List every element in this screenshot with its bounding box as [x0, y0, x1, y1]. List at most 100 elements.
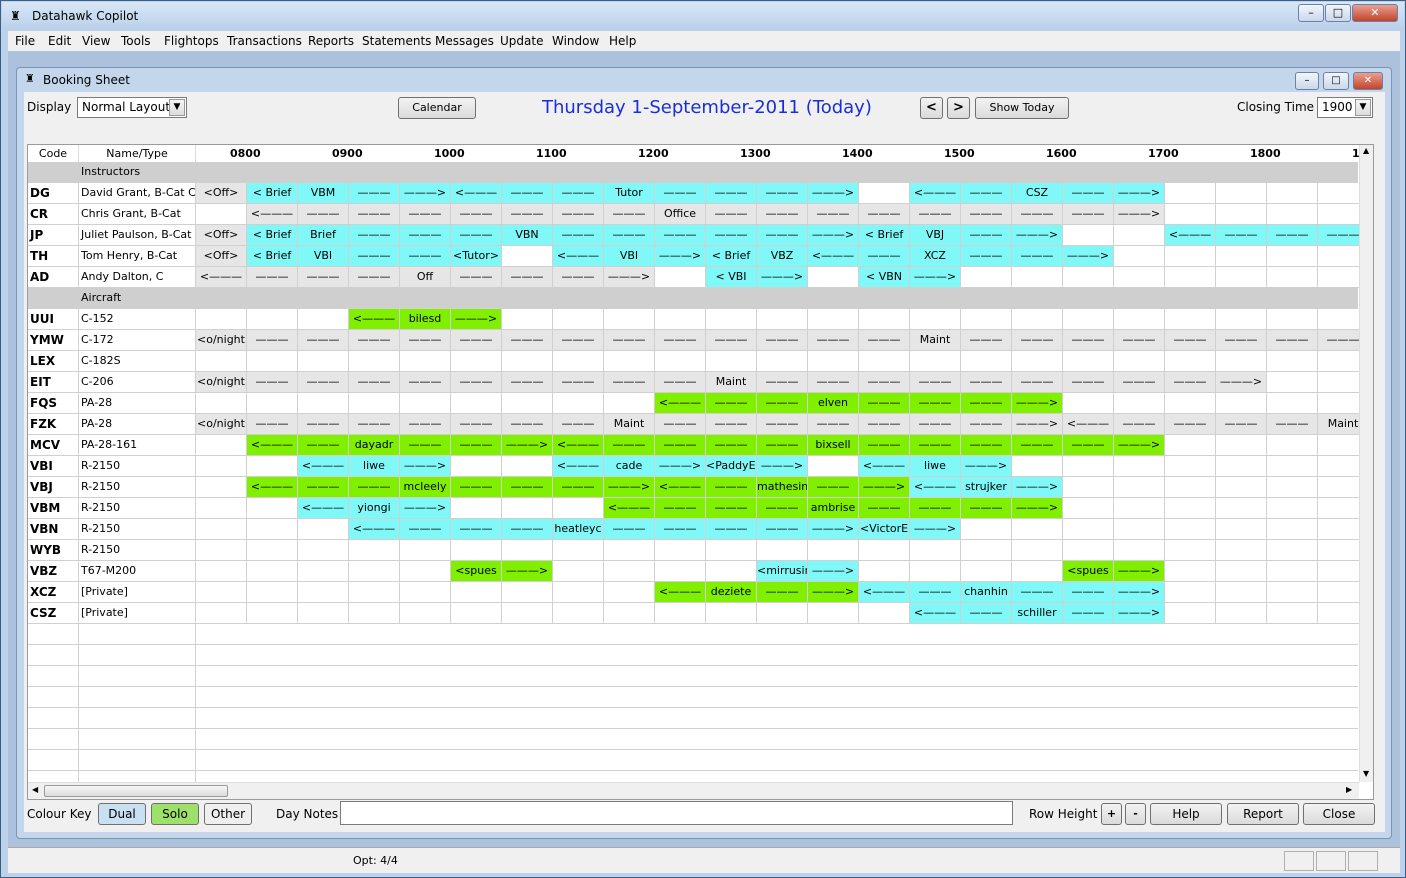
booking-cell[interactable]: ———	[247, 330, 298, 351]
vertical-scrollbar[interactable]: ▲ ▼	[1359, 145, 1373, 782]
booking-cell[interactable]	[1216, 309, 1267, 330]
booking-cell[interactable]: ———	[961, 330, 1012, 351]
booking-cell[interactable]: < Brief	[247, 183, 298, 204]
booking-cell[interactable]: ———	[1165, 414, 1216, 435]
booking-cell[interactable]	[961, 540, 1012, 561]
booking-cell[interactable]	[247, 582, 298, 603]
booking-cell[interactable]	[196, 435, 247, 456]
booking-cell[interactable]: ———	[859, 246, 910, 267]
booking-cell[interactable]	[1012, 456, 1063, 477]
booking-cell[interactable]: ———	[502, 519, 553, 540]
booking-cell[interactable]	[1165, 498, 1216, 519]
booking-cell[interactable]	[349, 540, 400, 561]
booking-cell[interactable]	[1216, 435, 1267, 456]
booking-cell[interactable]	[1165, 519, 1216, 540]
booking-cell[interactable]	[298, 393, 349, 414]
booking-cell[interactable]	[1267, 204, 1318, 225]
booking-cell[interactable]: ———	[859, 330, 910, 351]
booking-cell[interactable]: ———	[757, 582, 808, 603]
booking-cell[interactable]: ———	[451, 225, 502, 246]
booking-cell[interactable]: <———	[247, 477, 298, 498]
booking-cell[interactable]: ———	[247, 414, 298, 435]
booking-cell[interactable]: ———	[349, 414, 400, 435]
booking-cell[interactable]	[1063, 540, 1114, 561]
horizontal-scrollbar[interactable]: ◀ ▶	[28, 782, 1359, 799]
booking-cell[interactable]: ———	[808, 372, 859, 393]
booking-cell[interactable]	[553, 540, 604, 561]
booking-cell[interactable]	[502, 498, 553, 519]
booking-cell[interactable]: ———	[451, 519, 502, 540]
booking-cell[interactable]: liwe	[910, 456, 961, 477]
booking-cell[interactable]	[1267, 372, 1318, 393]
booking-cell[interactable]	[655, 603, 706, 624]
booking-cell[interactable]	[349, 582, 400, 603]
booking-cell[interactable]: ———	[961, 498, 1012, 519]
booking-cell[interactable]	[808, 267, 859, 288]
row-name[interactable]: R-2150	[79, 477, 196, 498]
booking-cell[interactable]: <———	[655, 393, 706, 414]
booking-cell[interactable]	[1114, 498, 1165, 519]
booking-cell[interactable]	[604, 603, 655, 624]
booking-cell[interactable]	[1267, 477, 1318, 498]
booking-cell[interactable]	[1216, 519, 1267, 540]
booking-cell[interactable]	[553, 393, 604, 414]
booking-cell[interactable]: ———	[1216, 330, 1267, 351]
booking-cell[interactable]: mcleely	[400, 477, 451, 498]
booking-cell[interactable]: ———	[451, 267, 502, 288]
booking-cell[interactable]	[502, 393, 553, 414]
booking-cell[interactable]: ———	[757, 204, 808, 225]
booking-cell[interactable]: <———	[910, 603, 961, 624]
booking-cell[interactable]	[1216, 498, 1267, 519]
booking-cell[interactable]	[400, 582, 451, 603]
booking-cell[interactable]: < Brief	[706, 246, 757, 267]
booking-cell[interactable]	[451, 582, 502, 603]
booking-cell[interactable]	[1114, 456, 1165, 477]
booking-cell[interactable]: ———	[1012, 435, 1063, 456]
booking-cell[interactable]: ———>	[400, 456, 451, 477]
booking-cell[interactable]	[196, 519, 247, 540]
booking-cell[interactable]: VBI	[298, 246, 349, 267]
booking-cell[interactable]: ———>	[808, 183, 859, 204]
booking-cell[interactable]	[1063, 456, 1114, 477]
booking-cell[interactable]: ———	[961, 246, 1012, 267]
booking-cell[interactable]: ———	[400, 204, 451, 225]
booking-cell[interactable]: ———	[706, 519, 757, 540]
booking-cell[interactable]: strujker	[961, 477, 1012, 498]
booking-cell[interactable]	[298, 351, 349, 372]
booking-cell[interactable]: ———	[553, 372, 604, 393]
row-code[interactable]: EIT	[28, 372, 79, 393]
booking-cell[interactable]	[910, 351, 961, 372]
booking-cell[interactable]	[859, 540, 910, 561]
booking-cell[interactable]: ———	[553, 477, 604, 498]
booking-cell[interactable]	[1267, 498, 1318, 519]
chevron-down-icon[interactable]: ▼	[169, 99, 185, 116]
menu-help[interactable]: Help	[609, 33, 636, 49]
report-button[interactable]: Report	[1227, 803, 1299, 825]
row-code[interactable]: AD	[28, 267, 79, 288]
booking-cell[interactable]: ———	[706, 204, 757, 225]
booking-cell[interactable]: ———>	[502, 561, 553, 582]
booking-cell[interactable]: <———	[247, 435, 298, 456]
booking-cell[interactable]	[400, 603, 451, 624]
child-close-button[interactable]: ✕	[1353, 72, 1383, 90]
solo-key[interactable]: Solo	[151, 803, 199, 825]
booking-cell[interactable]: ———	[247, 372, 298, 393]
booking-cell[interactable]: ———>	[808, 582, 859, 603]
menu-transactions[interactable]: Transactions	[227, 33, 302, 49]
booking-cell[interactable]: Maint	[910, 330, 961, 351]
booking-cell[interactable]	[1267, 582, 1318, 603]
row-name[interactable]: PA-28	[79, 414, 196, 435]
booking-cell[interactable]	[502, 540, 553, 561]
row-name[interactable]: PA-28	[79, 393, 196, 414]
booking-cell[interactable]: ———	[1012, 372, 1063, 393]
horizontal-scroll-thumb[interactable]	[44, 785, 228, 797]
booking-cell[interactable]: ———	[604, 225, 655, 246]
booking-cell[interactable]: ———	[349, 246, 400, 267]
booking-cell[interactable]	[757, 603, 808, 624]
booking-cell[interactable]	[1216, 267, 1267, 288]
booking-cell[interactable]	[553, 603, 604, 624]
booking-cell[interactable]	[1114, 477, 1165, 498]
booking-cell[interactable]: ———	[1063, 603, 1114, 624]
booking-cell[interactable]	[1063, 225, 1114, 246]
booking-cell[interactable]: < Brief	[247, 225, 298, 246]
